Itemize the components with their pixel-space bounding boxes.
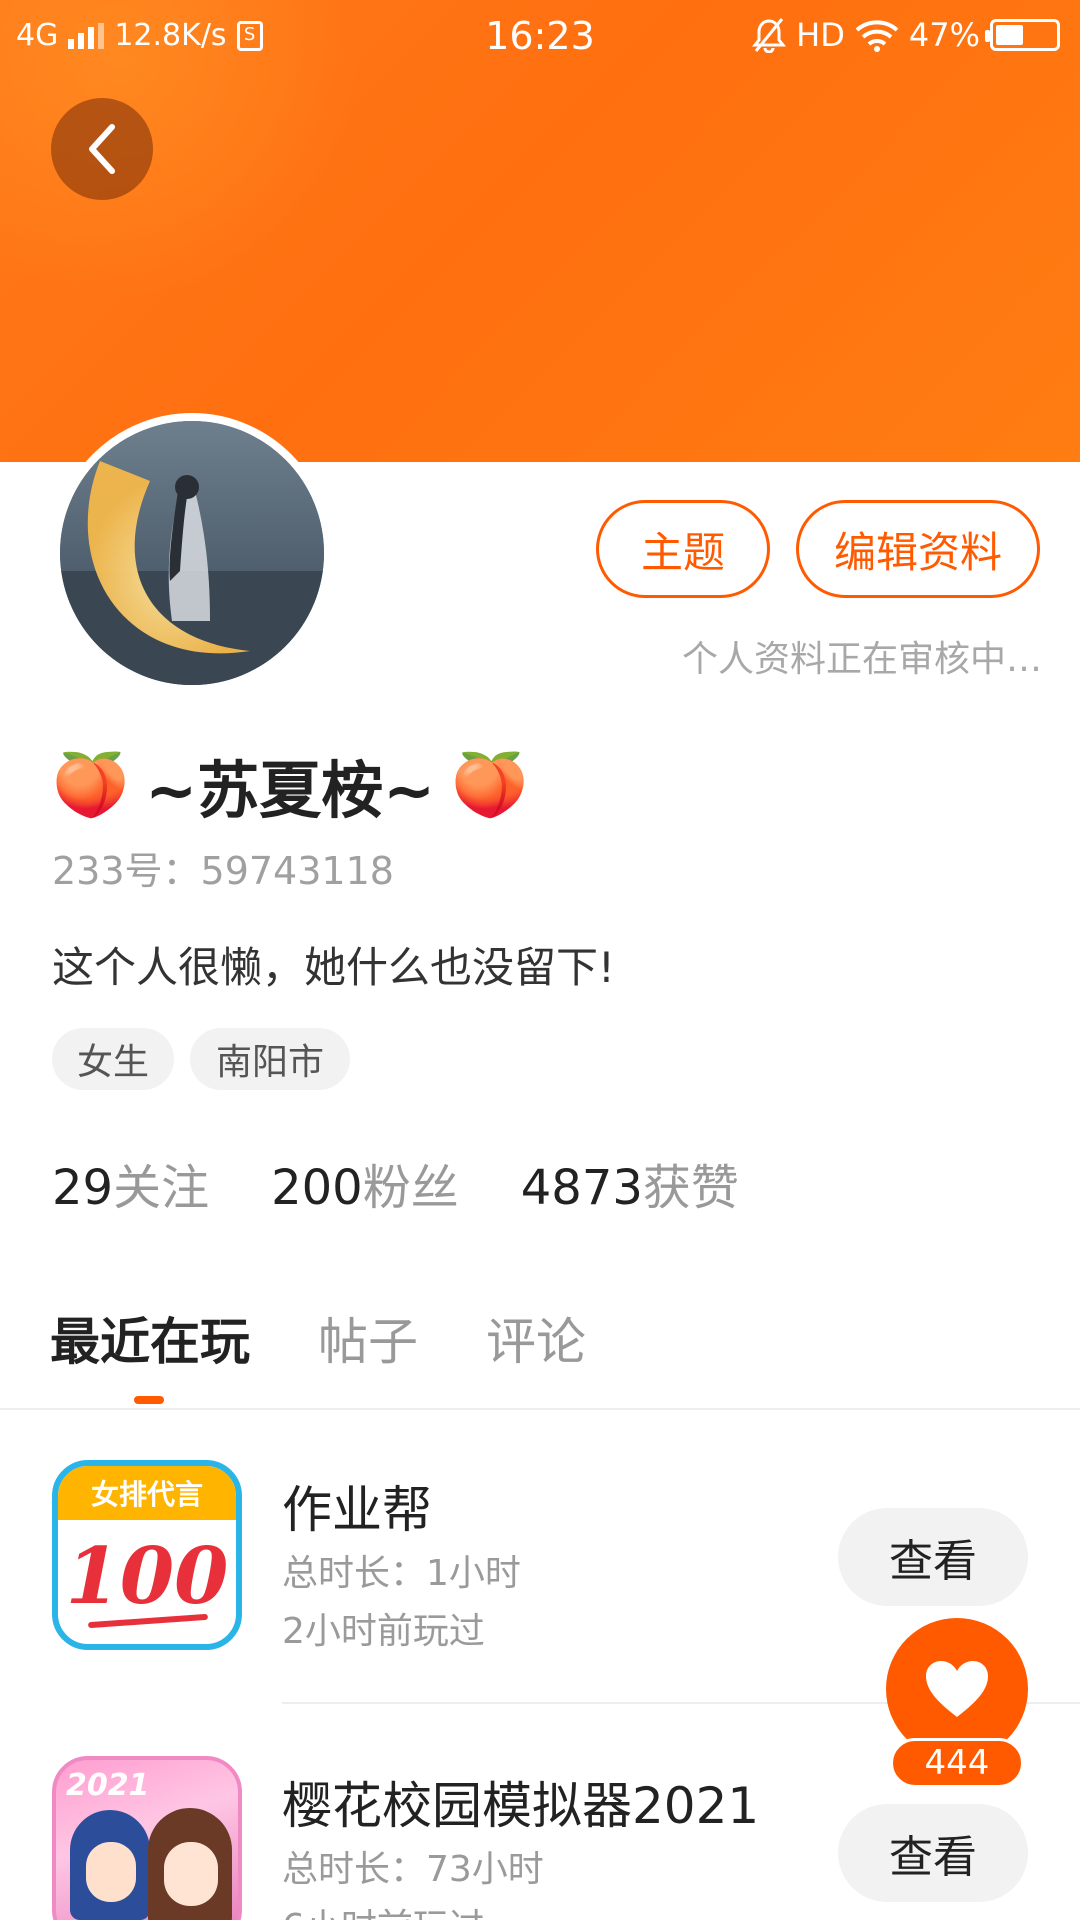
game-title[interactable]: 樱花校园模拟器2021 [282,1766,759,1838]
stat-likes-num: 4873 [520,1160,643,1216]
stat-likes[interactable]: 4873获赞 [521,1148,739,1218]
stat-likes-label: 获赞 [642,1160,739,1216]
wifi-icon [855,20,899,52]
like-count: 444 [890,1738,1024,1788]
tag-gender: 女生 [52,1028,174,1090]
stats-row: 29关注 200粉丝 4873获赞 [52,1148,739,1218]
stat-fans-num: 200 [271,1160,363,1216]
stat-fans[interactable]: 200粉丝 [271,1148,459,1218]
bio: 这个人很懒，她什么也没留下! [52,943,615,992]
avatar-image [60,421,324,685]
game-icon-sakura-school[interactable]: 2021 [52,1756,242,1920]
stat-following-num: 29 [52,1160,114,1216]
chevron-left-icon [89,124,115,174]
game-last-played: 2小时前玩过 [282,1611,485,1652]
mute-bell-icon [752,18,787,53]
tag-city: 南阳市 [190,1028,350,1090]
view-button[interactable]: 查看 [838,1508,1028,1606]
battery-icon [985,19,1060,51]
edit-profile-button[interactable]: 编辑资料 [796,500,1040,598]
game-icon-zuoyebang[interactable]: 女排代言 100 [52,1460,242,1650]
game-last-played: 6小时前玩过 [282,1898,485,1920]
tab-posts[interactable]: 帖子 [318,1302,418,1374]
review-note: 个人资料正在审核中… [681,639,1042,680]
game-duration: 总时长：73小时 [282,1849,544,1890]
avatar[interactable] [52,413,332,693]
game-title[interactable]: 作业帮 [282,1470,432,1542]
battery-percent: 47% [908,16,980,54]
hd-label: HD [796,16,845,54]
peach-emoji-right: 🍑 [451,748,529,821]
sakura-face-girl [164,1842,218,1906]
tab-recently-played[interactable]: 最近在玩 [50,1302,250,1374]
sakura-face-boy [86,1842,136,1902]
theme-button[interactable]: 主题 [596,500,770,598]
sakura-year-text: 2021 [66,1768,150,1803]
status-bar: 4G 12.8K/s S 16:23 HD 47% [0,0,1080,74]
peach-emoji-left: 🍑 [52,748,130,821]
battery-fill [996,25,1024,45]
content-tabs: 最近在玩 帖子 评论 [50,1302,586,1374]
stat-following-label: 关注 [113,1160,210,1216]
nickname-text: ~苏夏桉~ [145,754,436,827]
user-id: 233号：59743118 [52,840,394,895]
stat-following[interactable]: 29关注 [52,1148,209,1218]
stat-fans-label: 粉丝 [362,1160,459,1216]
tab-indicator [134,1396,164,1404]
zuoyebang-100-text: 100 [65,1530,229,1622]
uid-value: 59743118 [200,849,394,893]
game-duration: 总时长：1小时 [282,1553,521,1594]
zuoyebang-banner-text: 女排代言 [58,1466,236,1520]
heart-icon [926,1661,988,1717]
nickname: 🍑 ~苏夏桉~ 🍑 [52,740,528,830]
uid-label: 233号： [52,849,201,893]
view-button[interactable]: 查看 [838,1804,1028,1902]
tab-comments[interactable]: 评论 [486,1302,586,1374]
status-right: HD 47% [752,16,1060,54]
back-button[interactable] [51,98,153,200]
tabs-divider [0,1408,1080,1410]
